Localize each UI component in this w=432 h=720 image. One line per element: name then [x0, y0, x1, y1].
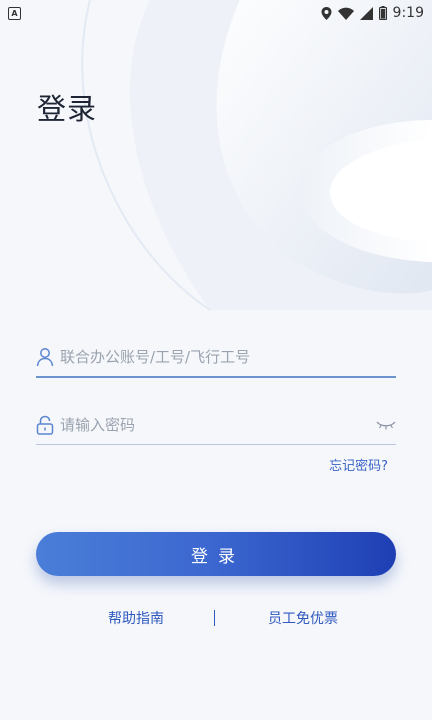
wifi-icon [337, 7, 354, 20]
eye-closed-icon[interactable] [376, 419, 396, 431]
status-bar: A 9:19 [0, 0, 432, 26]
account-input[interactable] [60, 342, 396, 372]
login-button[interactable]: 登录 [36, 532, 396, 576]
location-icon [321, 6, 332, 20]
link-divider [214, 610, 215, 626]
account-field[interactable] [36, 338, 396, 378]
page-title: 登录 [37, 92, 98, 126]
status-time: 9:19 [392, 5, 424, 21]
battery-icon [378, 6, 387, 20]
staff-ticket-link[interactable]: 员工免优票 [268, 608, 338, 628]
password-field[interactable] [36, 405, 396, 445]
bottom-links: 帮助指南 员工免优票 [0, 608, 432, 630]
lock-icon [36, 415, 54, 435]
user-icon [36, 348, 54, 367]
sim-icon: A [8, 6, 21, 20]
password-input[interactable] [60, 409, 376, 440]
status-left: A [8, 6, 21, 20]
forgot-password-link[interactable]: 忘记密码? [329, 455, 388, 474]
help-guide-link[interactable]: 帮助指南 [108, 608, 164, 628]
status-right: 9:19 [321, 5, 424, 21]
signal-icon [359, 6, 373, 20]
